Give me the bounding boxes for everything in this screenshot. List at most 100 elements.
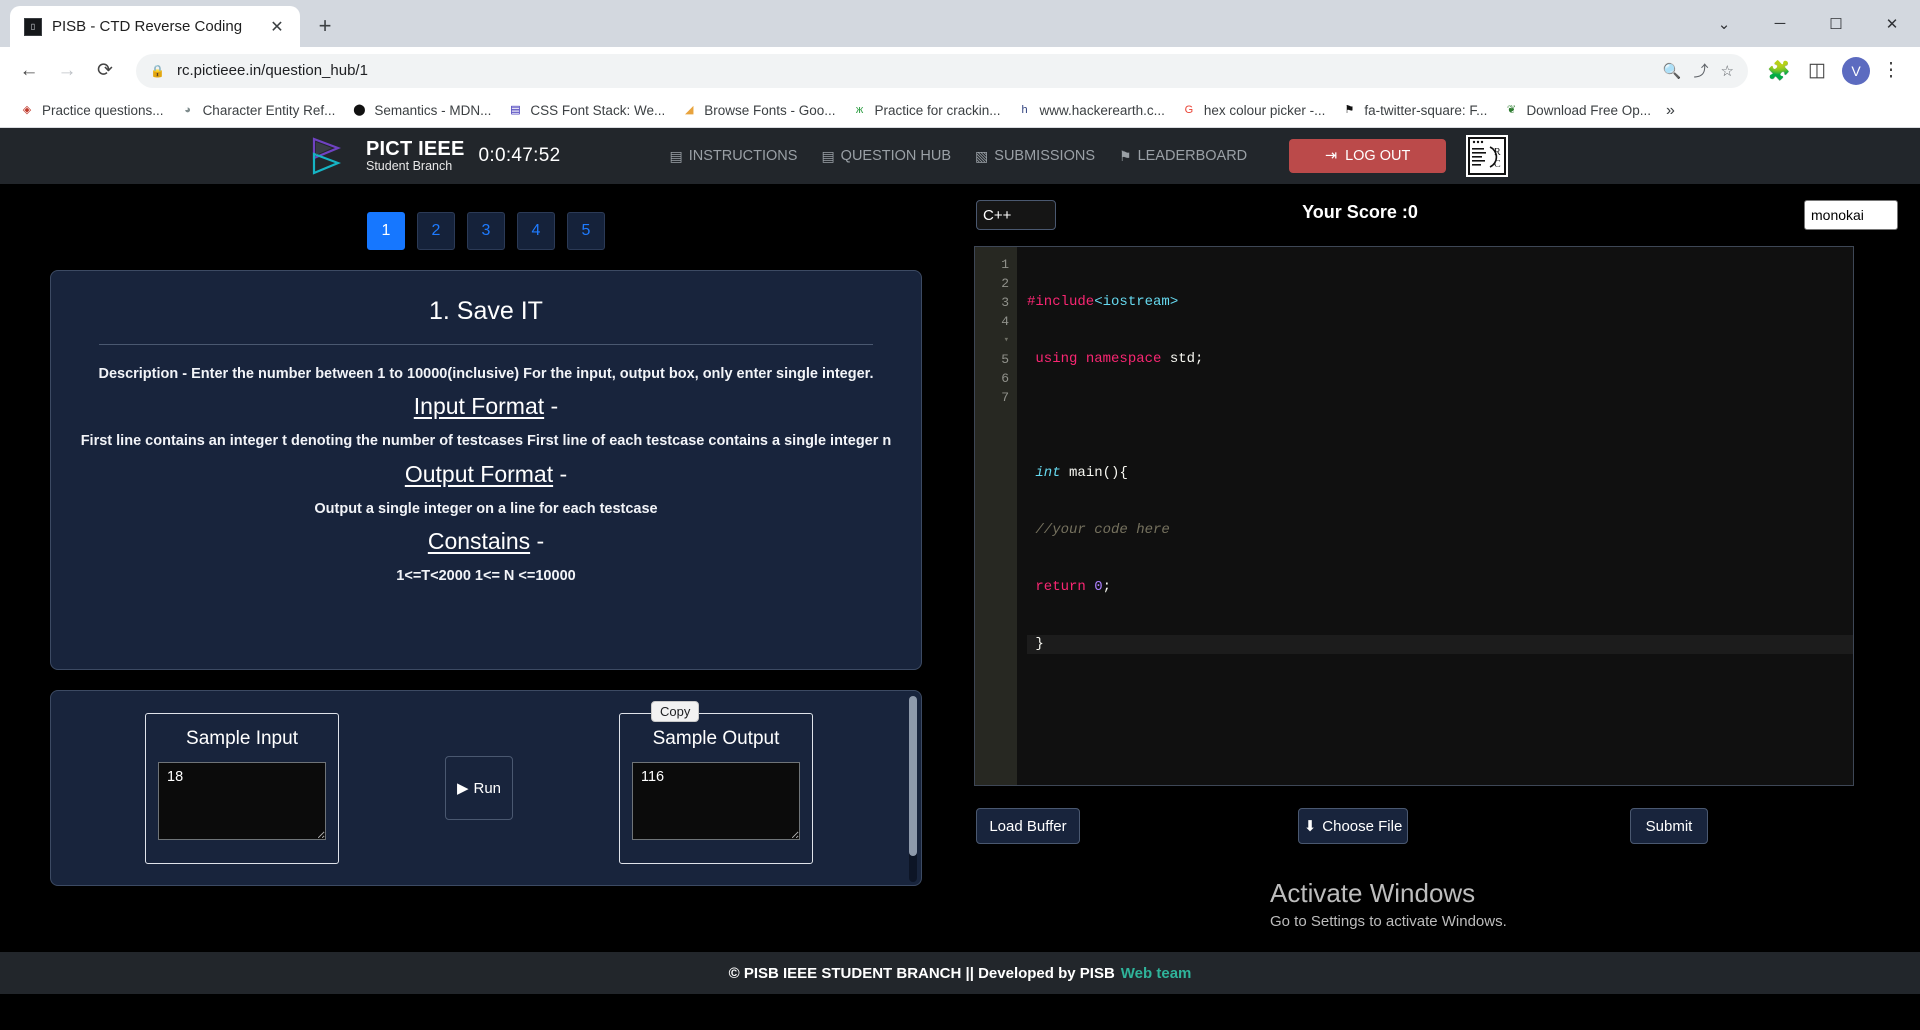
bookmark-item[interactable]: ⬤ Semantics - MDN...: [344, 99, 498, 123]
bookmark-item[interactable]: ◢ Browse Fonts - Goo...: [674, 99, 842, 123]
output-format-text: Output a single integer on a line for ea…: [314, 500, 658, 517]
bookmark-favicon-icon: ◈: [22, 104, 32, 116]
code-line-2: using namespace std;: [1035, 351, 1204, 367]
line-number-foldable[interactable]: 4 ▾: [975, 312, 1009, 350]
navbar-links: ▤ INSTRUCTIONS ▤ QUESTION HUB ▧ SUBMISSI…: [669, 148, 1247, 165]
constraints-heading-text: Constains: [427, 528, 531, 555]
submit-button[interactable]: Submit: [1630, 808, 1708, 844]
input-format-text: First line contains an integer t denotin…: [80, 433, 892, 450]
back-icon[interactable]: ←: [12, 54, 46, 88]
avatar[interactable]: V: [1842, 56, 1870, 85]
nav-item-instructions[interactable]: ▤ INSTRUCTIONS: [669, 148, 797, 165]
bookmark-favicon-icon: ◕: [184, 104, 191, 116]
url-text[interactable]: rc.pictieee.in/question_hub/1: [177, 62, 1651, 79]
code-editor[interactable]: 1 2 3 4 ▾ 5 6 7 #include<iostream> using …: [974, 246, 1854, 786]
flag-icon: ⚑: [1119, 147, 1132, 164]
nav-label: INSTRUCTIONS: [688, 148, 798, 164]
extensions-icon[interactable]: 🧩: [1762, 54, 1796, 88]
language-select[interactable]: C++ C Java Python: [976, 200, 1056, 230]
bookmark-favicon-icon: ◢: [684, 104, 694, 116]
maximize-icon[interactable]: ☐: [1808, 0, 1864, 47]
logout-label: LOG OUT: [1345, 148, 1411, 164]
window-controls: ⌄ ─ ☐ ✕: [1696, 0, 1920, 47]
bookmark-label: CSS Font Stack: We...: [530, 103, 666, 118]
output-format-heading-text: Output Format: [404, 460, 554, 487]
footer-text: © PISB IEEE STUDENT BRANCH || Developed …: [728, 964, 1115, 982]
footer-link[interactable]: Web team: [1121, 965, 1192, 982]
sample-input-textarea[interactable]: [158, 761, 326, 840]
nav-item-leaderboard[interactable]: ⚑ LEADERBOARD: [1119, 148, 1247, 165]
bookmark-favicon-icon: h: [1021, 104, 1028, 116]
reload-icon[interactable]: ⟳: [88, 54, 122, 88]
minimize-icon[interactable]: ─: [1752, 0, 1808, 47]
score-label: Your Score :0: [1302, 202, 1418, 222]
bookmark-item[interactable]: ◕ Character Entity Ref...: [173, 99, 343, 123]
question-number-nav: 1 2 3 4 5: [50, 184, 922, 250]
fold-arrow-icon[interactable]: ▾: [975, 331, 1009, 350]
search-icon[interactable]: 🔍: [1663, 62, 1682, 80]
samples-scrollbar-thumb[interactable]: [909, 696, 917, 856]
copy-button[interactable]: Copy: [651, 701, 700, 722]
chevron-down-icon[interactable]: ⌄: [1696, 0, 1752, 47]
run-button[interactable]: ▶ Run: [445, 756, 513, 820]
code-content[interactable]: #include<iostream> using namespace std; …: [1017, 247, 1853, 785]
choose-file-button[interactable]: ⬇ Choose File: [1298, 808, 1408, 844]
bookmark-favicon-icon: G: [1184, 104, 1194, 116]
theme-select[interactable]: monokai github dracula solarized: [1804, 200, 1898, 230]
bookmark-label: hex colour picker -...: [1203, 103, 1326, 118]
brand[interactable]: PICT IEEE Student Branch: [308, 136, 465, 176]
nav-item-submissions[interactable]: ▧ SUBMISSIONS: [975, 148, 1095, 165]
bookmark-item[interactable]: ж Practice for crackin...: [845, 99, 1008, 123]
question-tab-1[interactable]: 1: [367, 212, 405, 250]
address-bar[interactable]: 🔒 rc.pictieee.in/question_hub/1 🔍 ⤴ ☆: [136, 53, 1748, 88]
lock-icon: 🔒: [150, 63, 165, 78]
bookmark-favicon-icon: ▤: [510, 104, 521, 116]
new-tab-button[interactable]: +: [308, 9, 342, 43]
bookmark-item[interactable]: Ghex colour picker -...: [1174, 99, 1333, 123]
close-tab-icon[interactable]: ✕: [264, 14, 290, 40]
logout-icon: ⇥: [1324, 148, 1338, 164]
choose-file-label: Choose File: [1322, 817, 1403, 835]
output-format-dash: -: [553, 460, 568, 487]
browser-menu-icon[interactable]: ⋮: [1874, 54, 1908, 88]
line-number-gutter: 1 2 3 4 ▾ 5 6 7: [975, 247, 1017, 785]
line-number: 2: [1001, 276, 1009, 291]
line-number-text: 4: [1001, 314, 1009, 329]
bookmark-label: fa-twitter-square: F...: [1364, 103, 1488, 118]
sample-output-textarea[interactable]: [632, 761, 800, 840]
constraints-heading: Constains -: [77, 528, 895, 555]
question-tab-2[interactable]: 2: [417, 212, 455, 250]
question-tab-3[interactable]: 3: [467, 212, 505, 250]
bookmark-item[interactable]: ⚑ fa-twitter-square: F...: [1334, 99, 1494, 123]
bookmark-favicon-icon: ⬤: [353, 104, 366, 116]
nav-label: SUBMISSIONS: [994, 148, 1095, 164]
bookmark-item[interactable]: h www.hackerearth.c...: [1010, 99, 1172, 123]
side-panel-icon[interactable]: ◫: [1800, 54, 1834, 88]
constraints-text: 1<=T<2000 1<= N <=10000: [396, 568, 576, 585]
close-window-icon[interactable]: ✕: [1864, 0, 1920, 47]
brand-line2: Student Branch: [366, 158, 453, 173]
bookmark-favicon-icon: ж: [855, 104, 864, 116]
bookmark-label: Semantics - MDN...: [374, 103, 492, 118]
bookmark-favicon-icon: ⚑: [1344, 104, 1355, 116]
forward-icon[interactable]: →: [50, 54, 84, 88]
code-line-5: //your code here: [1035, 522, 1170, 538]
share-icon[interactable]: ⤴: [1694, 60, 1709, 81]
main-stage: 1 2 3 4 5 1. Save IT Description - Enter…: [0, 184, 1920, 994]
browser-tab[interactable]: ▯ PISB - CTD Reverse Coding ✕: [10, 6, 300, 47]
app-root: PICT IEEE Student Branch 0:0:47:52 ▤ INS…: [0, 128, 1920, 994]
question-card: 1. Save IT Description - Enter the numbe…: [50, 270, 922, 670]
load-buffer-button[interactable]: Load Buffer: [976, 808, 1080, 844]
bookmark-item[interactable]: ◈ Practice questions...: [12, 99, 171, 123]
line-number: 3: [1001, 295, 1009, 310]
bookmark-item[interactable]: ▤ CSS Font Stack: We...: [500, 99, 672, 123]
logout-button[interactable]: ⇥ LOG OUT: [1289, 139, 1447, 173]
question-tab-4[interactable]: 4: [517, 212, 555, 250]
bookmark-item[interactable]: ❦ Download Free Op...: [1496, 99, 1658, 123]
question-tab-5[interactable]: 5: [567, 212, 605, 250]
code-line-1: #include<iostream>: [1027, 294, 1179, 310]
samples-scrollbar[interactable]: [909, 696, 917, 882]
bookmark-star-icon[interactable]: ☆: [1721, 62, 1734, 80]
bookmarks-overflow-icon[interactable]: »: [1660, 100, 1681, 122]
nav-item-question-hub[interactable]: ▤ QUESTION HUB: [821, 148, 951, 165]
